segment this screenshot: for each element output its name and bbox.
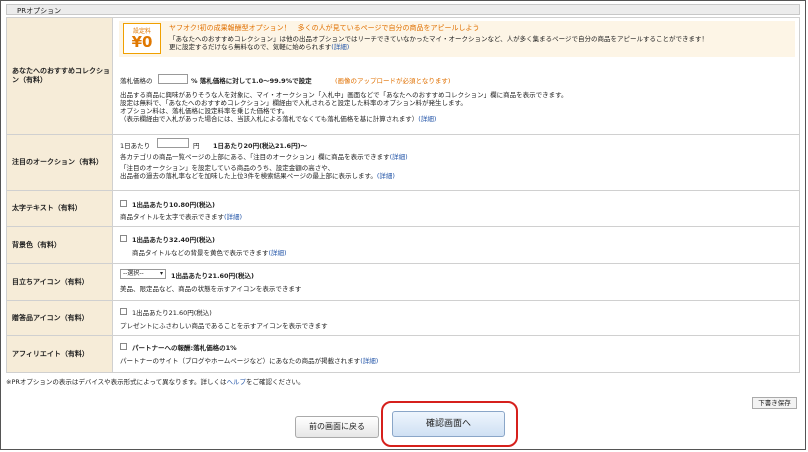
featured-line3: 出品者の過去の落札率などを加味した上位3件を検索結果ページの最上部に表示します。… [120,172,395,180]
banner-description: 「あなたへのおすすめコレクション」は他の出品オプションではリーチできていなかった… [169,35,709,51]
featured-prefix: 1日あたり [120,142,151,150]
featured-cell: 1日あたり 円 1日あたり20円(税込21.6円)〜 各カテゴリの商品一覧ページ… [112,134,800,191]
recommend-body-link[interactable]: (詳細) [418,115,436,123]
featured-note: 1日あたり20円(税込21.6円)〜 [213,142,308,150]
back-button[interactable]: 前の画面に戻る [295,416,379,438]
bg-color-checkbox[interactable] [120,235,127,242]
gift-price: 1出品あたり21.60円(税込) [132,309,212,317]
free-badge: 設定料 ¥0 [123,23,161,54]
gift-cell: 1出品あたり21.60円(税込) プレゼントにふさわしい商品であることを示すアイ… [112,300,800,336]
icon-desc: 美品、限定品など、商品の状態を示すアイコンを表示できます [120,285,302,293]
bg-color-cell: 1出品あたり32.40円(税込) 商品タイトルなどの背景を黄色で表示できます(詳… [112,226,800,264]
bg-color-price: 1出品あたり32.40円(税込) [132,236,216,244]
affiliate-checkbox[interactable] [120,343,127,350]
chevron-down-icon: ▾ [159,270,163,277]
bold-text-cell: 1出品あたり10.80円(税込) 商品タイトルを太字で表示できます(詳細) [112,190,800,227]
pr-options-table: あなたへのおすすめコレクション（有料） 設定料 ¥0 ヤフオク!初の成果報酬型オ… [6,17,800,373]
featured-unit: 円 [193,142,200,150]
featured-amount-input[interactable] [157,138,189,148]
gift-checkbox[interactable] [120,308,127,315]
gift-label: 贈答品アイコン（有料） [6,300,113,336]
recommend-label: あなたへのおすすめコレクション（有料） [6,17,113,135]
rate-prefix: 落札価格の [120,77,153,85]
section-header: PRオプション [6,4,800,15]
affiliate-label: アフィリエイト（有料） [6,335,113,373]
featured-label: 注目のオークション（有料） [6,134,113,191]
banner-headline: ヤフオク!初の成果報酬型オプション！ 多くの人が見ているページで自分の商品をアピ… [169,24,480,32]
icon-label: 目立ちアイコン（有料） [6,263,113,301]
bg-color-label: 背景色（有料） [6,226,113,264]
bold-text-label: 太字テキスト（有料） [6,190,113,227]
rate-suffix: % 落札価格に対して1.0〜99.9%で設定 [191,77,312,85]
bold-text-checkbox[interactable] [120,200,127,207]
affiliate-detail-link[interactable]: (詳細) [360,357,378,365]
bold-text-desc: 商品タイトルを太字で表示できます(詳細) [120,213,243,221]
help-link[interactable]: ヘルプ [227,378,247,386]
recommend-cell: 設定料 ¥0 ヤフオク!初の成果報酬型オプション！ 多くの人が見ているページで自… [112,17,800,135]
icon-cell: --選択-- ▾ 1出品あたり21.60円(税込) 美品、限定品など、商品の状態… [112,263,800,301]
featured-line1: 各カテゴリの商品一覧ページの上部にある、「注目のオークション」欄に商品を表示でき… [120,153,408,161]
icon-price: 1出品あたり21.60円(税込) [171,272,255,280]
affiliate-desc: パートナーのサイト（ブログやホームページなど）にあなたの商品が掲載されます(詳細… [120,357,379,365]
icon-select[interactable]: --選択-- ▾ [120,269,166,279]
featured-detail-link[interactable]: (詳細) [390,153,408,161]
recommend-detail-link[interactable]: (詳細) [331,43,349,51]
save-draft-button[interactable]: 下書き保存 [752,397,797,409]
featured-detail-link-2[interactable]: (詳細) [377,172,395,180]
recommend-banner: 設定料 ¥0 ヤフオク!初の成果報酬型オプション！ 多くの人が見ているページで自… [119,21,795,57]
gift-desc: プレゼントにふさわしい商品であることを示すアイコンを表示できます [120,322,328,330]
rate-note: (画像のアップロードが必須となります) [335,77,451,85]
bold-text-price: 1出品あたり10.80円(税込) [132,201,216,209]
section-title: PRオプション [17,7,62,15]
recommend-body4: （表示欄経由で入札があった場合には、当該入札による落札でなくても落札価格を基に計… [120,115,437,123]
affiliate-cell: パートナーへの報酬:落札価格の1% パートナーのサイト（ブログやホームページなど… [112,335,800,373]
bg-color-detail-link[interactable]: (詳細) [269,249,287,257]
bold-text-detail-link[interactable]: (詳細) [224,213,242,221]
badge-price: ¥0 [131,33,153,51]
footer-note: ※PRオプションの表示はデバイスや表示形式によって異なります。詳しくはヘルプをご… [6,378,305,386]
confirm-button[interactable]: 確認画面へ [392,411,505,437]
rate-input[interactable] [158,74,188,84]
affiliate-price: パートナーへの報酬:落札価格の1% [132,344,237,352]
bg-color-desc: 商品タイトルなどの背景を黄色で表示できます(詳細) [132,249,287,257]
